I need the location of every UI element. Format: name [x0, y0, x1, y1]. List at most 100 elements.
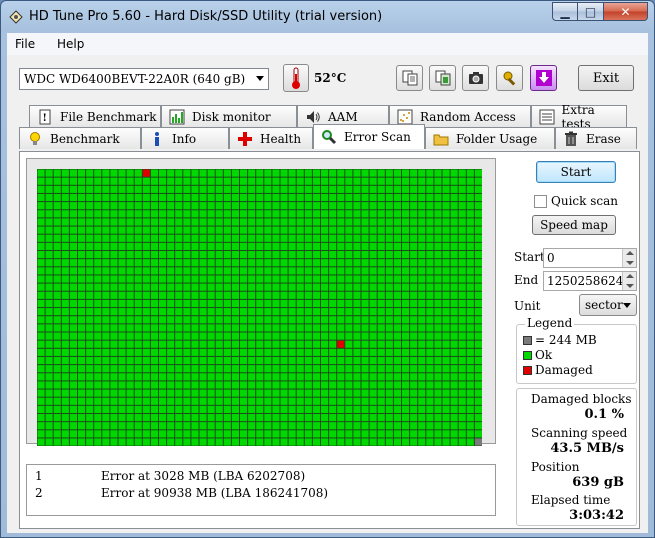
- start-sector-input[interactable]: 0: [543, 248, 637, 268]
- unit-select[interactable]: sector: [579, 294, 637, 316]
- menu-file[interactable]: File: [15, 37, 35, 51]
- block-ok: [329, 381, 337, 389]
- block-ok: [410, 275, 418, 283]
- title-bar[interactable]: HD Tune Pro 5.60 - Hard Disk/SSD Utility…: [1, 1, 654, 33]
- save-button[interactable]: [530, 65, 557, 91]
- block-ok: [199, 251, 207, 259]
- block-ok: [118, 291, 126, 299]
- block-ok: [86, 242, 94, 250]
- tab-error-scan[interactable]: Error Scan: [313, 124, 425, 149]
- block-ok: [280, 210, 288, 218]
- block-ok: [361, 348, 369, 356]
- copy-screenshot-button[interactable]: [429, 65, 456, 91]
- tab-health[interactable]: Health: [229, 127, 313, 149]
- screenshot-button[interactable]: [462, 65, 489, 91]
- block-ok: [410, 185, 418, 193]
- block-ok: [78, 267, 86, 275]
- log-row-text: Error at 90938 MB (LBA 186241708): [101, 486, 329, 500]
- position-label: Position: [531, 460, 580, 474]
- block-ok: [231, 193, 239, 202]
- maximize-button[interactable]: □: [578, 2, 604, 21]
- menu-help[interactable]: Help: [57, 37, 84, 51]
- block-ok: [474, 324, 482, 332]
- block-ok: [296, 251, 304, 259]
- block-ok: [183, 365, 191, 373]
- tab-extra-tests[interactable]: Extra tests: [531, 103, 627, 131]
- block-ok: [442, 267, 450, 275]
- block-ok: [223, 234, 231, 242]
- block-ok: [183, 332, 191, 340]
- block-ok: [458, 299, 466, 308]
- block-ok: [102, 397, 110, 405]
- options-button[interactable]: [496, 65, 523, 91]
- block-ok: [361, 291, 369, 299]
- block-ok: [94, 202, 102, 210]
- block-ok: [393, 405, 401, 413]
- block-ok: [345, 438, 353, 446]
- block-ok: [53, 291, 61, 299]
- spin-arrows-icon[interactable]: [622, 272, 636, 290]
- tab-benchmark[interactable]: Benchmark: [19, 127, 141, 149]
- block-ok: [215, 291, 223, 299]
- block-ok: [199, 397, 207, 405]
- tab-file-benchmark[interactable]: ! File Benchmark: [29, 105, 161, 127]
- block-ok: [442, 291, 450, 299]
- block-ok: [191, 438, 199, 446]
- block-ok: [450, 275, 458, 283]
- block-ok: [329, 218, 337, 226]
- close-button[interactable]: ✕: [604, 2, 648, 21]
- block-ok: [102, 405, 110, 413]
- quick-scan-checkbox[interactable]: [534, 195, 547, 208]
- block-ok: [272, 259, 280, 267]
- block-ok: [78, 210, 86, 218]
- block-ok: [191, 291, 199, 299]
- tab-info[interactable]: Info: [141, 127, 229, 149]
- block-ok: [434, 275, 442, 283]
- block-ok: [402, 373, 410, 381]
- block-ok: [102, 218, 110, 226]
- block-ok: [410, 193, 418, 202]
- block-ok: [450, 389, 458, 397]
- start-button[interactable]: Start: [536, 161, 616, 183]
- block-ok: [353, 251, 361, 259]
- block-ok: [312, 291, 320, 299]
- block-ok: [215, 267, 223, 275]
- block-ok: [264, 267, 272, 275]
- tab-disk-monitor[interactable]: Disk monitor: [161, 105, 297, 127]
- block-ok: [223, 177, 231, 185]
- block-ok: [458, 251, 466, 259]
- copy-text-button[interactable]: [396, 65, 423, 91]
- block-ok: [410, 348, 418, 356]
- minimize-button[interactable]: ▁: [552, 2, 578, 21]
- block-ok: [385, 210, 393, 218]
- exit-button[interactable]: Exit: [578, 65, 634, 91]
- end-sector-input[interactable]: 1250258624: [543, 271, 637, 291]
- block-ok: [329, 267, 337, 275]
- block-ok: [466, 267, 474, 275]
- block-ok: [150, 397, 158, 405]
- block-ok: [61, 299, 69, 308]
- block-ok: [272, 438, 280, 446]
- tab-folder-usage[interactable]: Folder Usage: [425, 127, 555, 149]
- spin-arrows-icon[interactable]: [622, 249, 636, 267]
- block-ok: [264, 332, 272, 340]
- block-ok: [231, 365, 239, 373]
- error-log[interactable]: 1 Error at 3028 MB (LBA 6202708) 2 Error a…: [26, 464, 496, 516]
- block-ok: [191, 414, 199, 422]
- block-ok: [256, 226, 264, 234]
- block-ok: [53, 226, 61, 234]
- block-ok: [434, 202, 442, 210]
- block-ok: [304, 365, 312, 373]
- tab-erase[interactable]: Erase: [555, 127, 637, 149]
- block-ok: [110, 193, 118, 202]
- block-ok: [118, 381, 126, 389]
- block-ok: [329, 259, 337, 267]
- block-ok: [256, 438, 264, 446]
- block-ok: [353, 438, 361, 446]
- block-ok: [191, 251, 199, 259]
- block-ok: [223, 438, 231, 446]
- block-ok: [94, 193, 102, 202]
- drive-select[interactable]: WDC WD6400BEVT-22A0R (640 gB): [19, 68, 269, 90]
- speed-map-button[interactable]: Speed map: [532, 215, 616, 235]
- block-ok: [223, 397, 231, 405]
